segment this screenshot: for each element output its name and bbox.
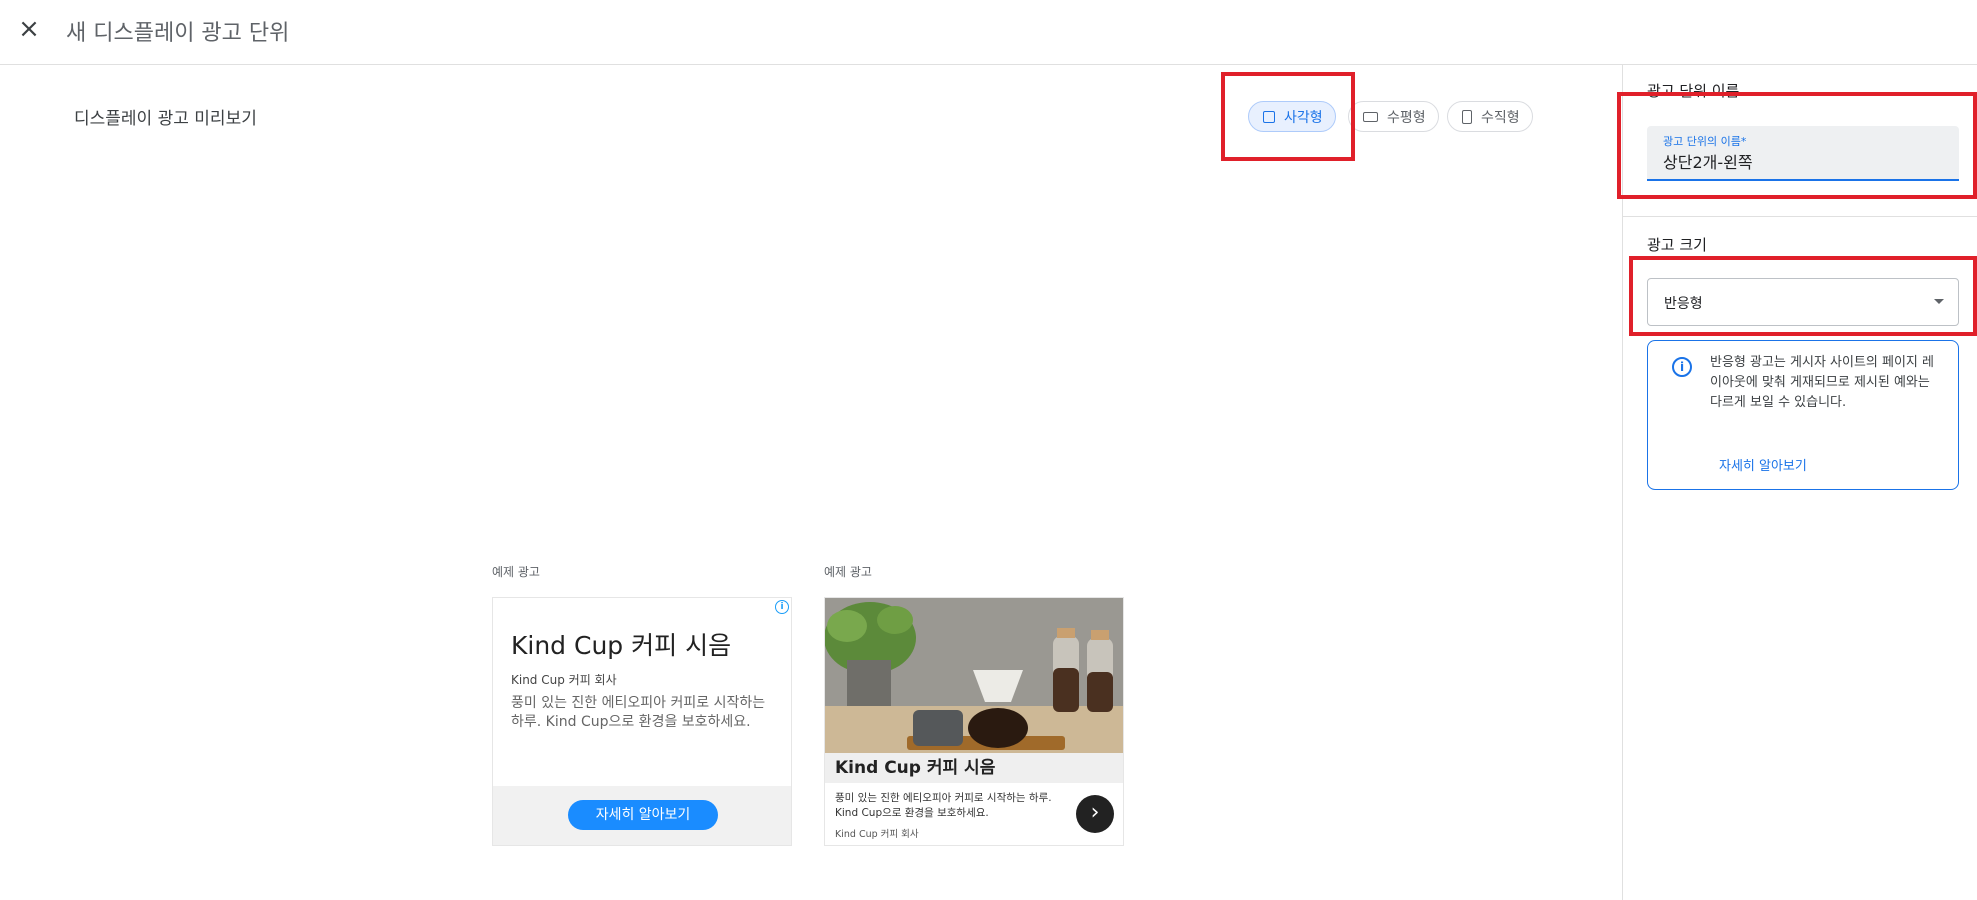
ad-size-value: 반응형	[1664, 296, 1703, 312]
chevron-right-icon[interactable]: ›	[1076, 795, 1114, 833]
ad-size-select[interactable]: 반응형	[1647, 278, 1959, 326]
ad-unit-name-field[interactable]: 광고 단위의 이름*	[1647, 126, 1959, 181]
sample-ad-image[interactable]: Kind Cup 커피 시음 풍미 있는 진한 에티오피아 커피로 시작하는 하…	[824, 597, 1124, 846]
name-field-label: 광고 단위의 이름*	[1663, 135, 1747, 148]
caret-down-icon	[1934, 299, 1944, 304]
info-icon: i	[1672, 357, 1692, 377]
header-bar: × 새 디스플레이 광고 단위	[0, 0, 1977, 65]
close-icon[interactable]: ×	[16, 16, 42, 42]
ad-unit-name-input[interactable]	[1663, 148, 1943, 174]
ad-footer: 자세히 알아보기	[493, 786, 791, 845]
sample-ad-label: 예제 광고	[824, 565, 872, 579]
shape-square-button[interactable]: 사각형	[1248, 101, 1336, 132]
ad-cta-button[interactable]: 자세히 알아보기	[568, 800, 718, 830]
ad-description: 풍미 있는 진한 에티오피아 커피로 시작하는 하루. Kind Cup으로 환…	[835, 792, 1052, 819]
shape-horizontal-label: 수평형	[1387, 109, 1426, 126]
section-divider	[1623, 216, 1977, 217]
ad-headline: Kind Cup 커피 시음	[825, 753, 1123, 783]
vertical-rect-icon	[1462, 109, 1472, 124]
square-icon	[1263, 110, 1275, 123]
sample-ad-label: 예제 광고	[492, 565, 540, 579]
sample-ad-text[interactable]: i Kind Cup 커피 시음 Kind Cup 커피 회사 풍미 있는 진한…	[492, 597, 792, 846]
sidebar-divider	[1622, 65, 1623, 900]
coffee-photo	[825, 598, 1123, 753]
ad-headline: Kind Cup 커피 시음	[511, 631, 732, 660]
ad-advertiser: Kind Cup 커피 회사	[511, 673, 617, 687]
shape-horizontal-button[interactable]: 수평형	[1348, 101, 1439, 132]
ad-info-icon[interactable]: i	[775, 600, 789, 614]
preview-title: 디스플레이 광고 미리보기	[74, 109, 257, 129]
learn-more-link[interactable]: 자세히 알아보기	[1719, 455, 1807, 474]
shape-vertical-label: 수직형	[1481, 109, 1520, 126]
size-section-label: 광고 크기	[1647, 236, 1707, 254]
shape-vertical-button[interactable]: 수직형	[1447, 101, 1533, 132]
horizontal-rect-icon	[1363, 111, 1378, 122]
page-title: 새 디스플레이 광고 단위	[66, 21, 290, 46]
name-section-label: 광고 단위 이름	[1647, 82, 1740, 100]
ad-advertiser: Kind Cup 커피 회사	[835, 829, 919, 840]
info-text: 반응형 광고는 게시자 사이트의 페이지 레이아웃에 맞춰 게재되므로 제시된 …	[1710, 355, 1934, 410]
ad-description: 풍미 있는 진한 에티오피아 커피로 시작하는 하루. Kind Cup으로 환…	[511, 695, 766, 730]
responsive-info-box: i 반응형 광고는 게시자 사이트의 페이지 레이아웃에 맞춰 게재되므로 제시…	[1647, 340, 1959, 490]
shape-square-label: 사각형	[1284, 109, 1323, 126]
